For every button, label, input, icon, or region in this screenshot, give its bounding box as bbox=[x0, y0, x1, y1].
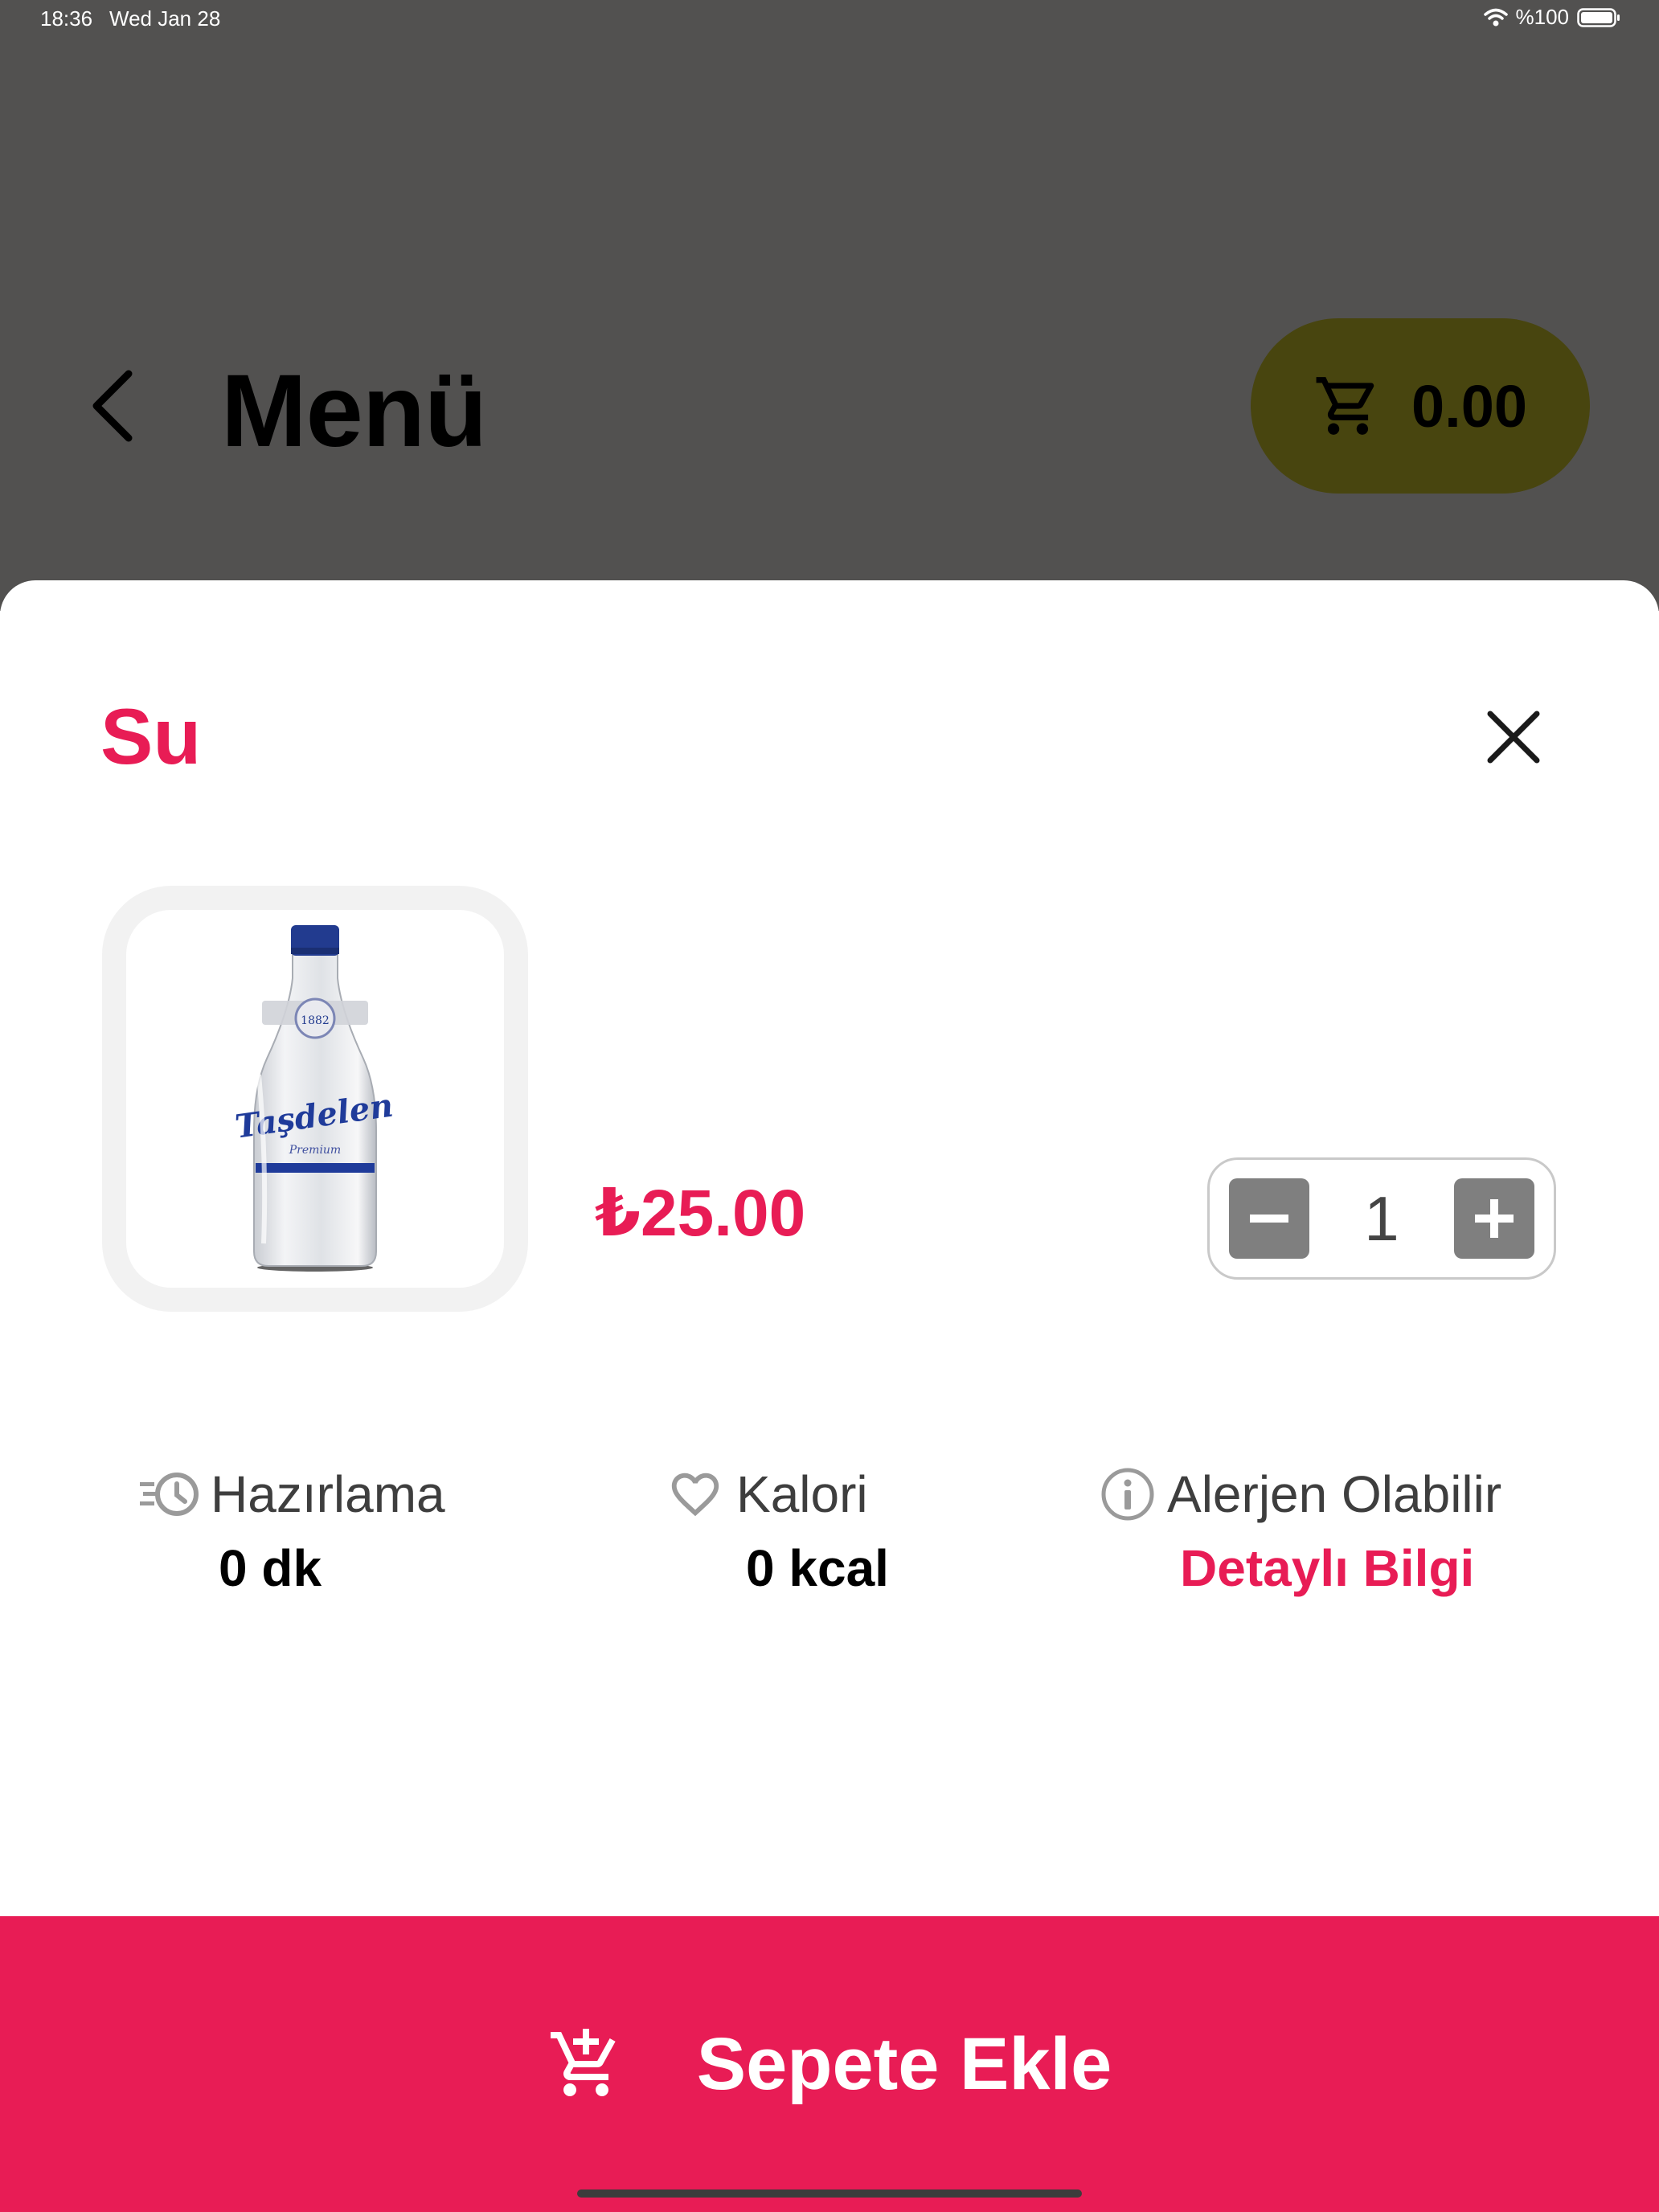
info-icon bbox=[1101, 1468, 1154, 1521]
cart-total: 0.00 bbox=[1411, 372, 1528, 440]
back-button[interactable] bbox=[80, 366, 145, 446]
page-title: Menü bbox=[221, 354, 487, 469]
battery-percent: %100 bbox=[1515, 5, 1570, 29]
svg-text:Premium: Premium bbox=[289, 1144, 341, 1157]
timer-icon bbox=[140, 1473, 199, 1516]
cart-button[interactable]: 0.00 bbox=[1251, 318, 1590, 494]
water-bottle-image: 1882 Taşdelen Premium bbox=[235, 925, 395, 1272]
preparation-header: Hazırlama bbox=[138, 1464, 445, 1524]
quantity-value: 1 bbox=[1364, 1182, 1399, 1254]
product-name: Su bbox=[100, 692, 202, 780]
decrement-button[interactable] bbox=[1229, 1178, 1309, 1259]
calorie-info: Kalori 0 kcal bbox=[666, 1464, 889, 1598]
heart-icon bbox=[671, 1473, 719, 1517]
close-button[interactable] bbox=[1477, 701, 1550, 773]
increment-button[interactable] bbox=[1453, 1178, 1534, 1259]
plus-icon bbox=[1474, 1199, 1514, 1238]
minus-icon bbox=[1250, 1215, 1288, 1223]
product-price: ₺25.00 bbox=[595, 1177, 806, 1250]
battery-icon bbox=[1577, 7, 1620, 27]
wifi-icon bbox=[1483, 8, 1508, 27]
allergen-info: Alerjen Olabilir Detaylı Bilgi bbox=[1100, 1464, 1501, 1598]
product-image: 1882 Taşdelen Premium bbox=[102, 886, 528, 1312]
calorie-label: Kalori bbox=[736, 1465, 868, 1523]
cart-icon bbox=[1316, 377, 1374, 435]
back-chevron-icon bbox=[92, 370, 133, 442]
close-icon bbox=[1487, 711, 1540, 764]
status-indicators: %100 bbox=[1483, 5, 1621, 30]
screen: 18:36 Wed Jan 28 %100 Menü 0.00 Su 1882 … bbox=[0, 0, 1659, 2212]
add-to-cart-icon bbox=[550, 2029, 616, 2096]
allergen-label: Alerjen Olabilir bbox=[1167, 1465, 1502, 1523]
status-bar: 18:36 Wed Jan 28 %100 bbox=[0, 0, 1659, 39]
status-time: 18:36 bbox=[40, 6, 93, 31]
quantity-stepper: 1 bbox=[1207, 1157, 1556, 1280]
calorie-header: Kalori bbox=[666, 1464, 889, 1524]
background-page: 18:36 Wed Jan 28 %100 Menü 0.00 bbox=[0, 0, 1659, 611]
allergen-details-link[interactable]: Detaylı Bilgi bbox=[1180, 1538, 1501, 1598]
svg-text:1882: 1882 bbox=[301, 1014, 330, 1027]
add-to-cart-label: Sepete Ekle bbox=[696, 2022, 1112, 2105]
calorie-value: 0 kcal bbox=[746, 1539, 889, 1597]
add-to-cart-button[interactable]: Sepete Ekle bbox=[0, 1916, 1659, 2212]
preparation-value: 0 dk bbox=[219, 1539, 322, 1597]
preparation-info: Hazırlama 0 dk bbox=[138, 1464, 445, 1598]
home-indicator[interactable] bbox=[577, 2189, 1082, 2198]
preparation-label: Hazırlama bbox=[211, 1465, 445, 1523]
status-date: Wed Jan 28 bbox=[109, 6, 221, 31]
allergen-header: Alerjen Olabilir bbox=[1100, 1464, 1501, 1524]
